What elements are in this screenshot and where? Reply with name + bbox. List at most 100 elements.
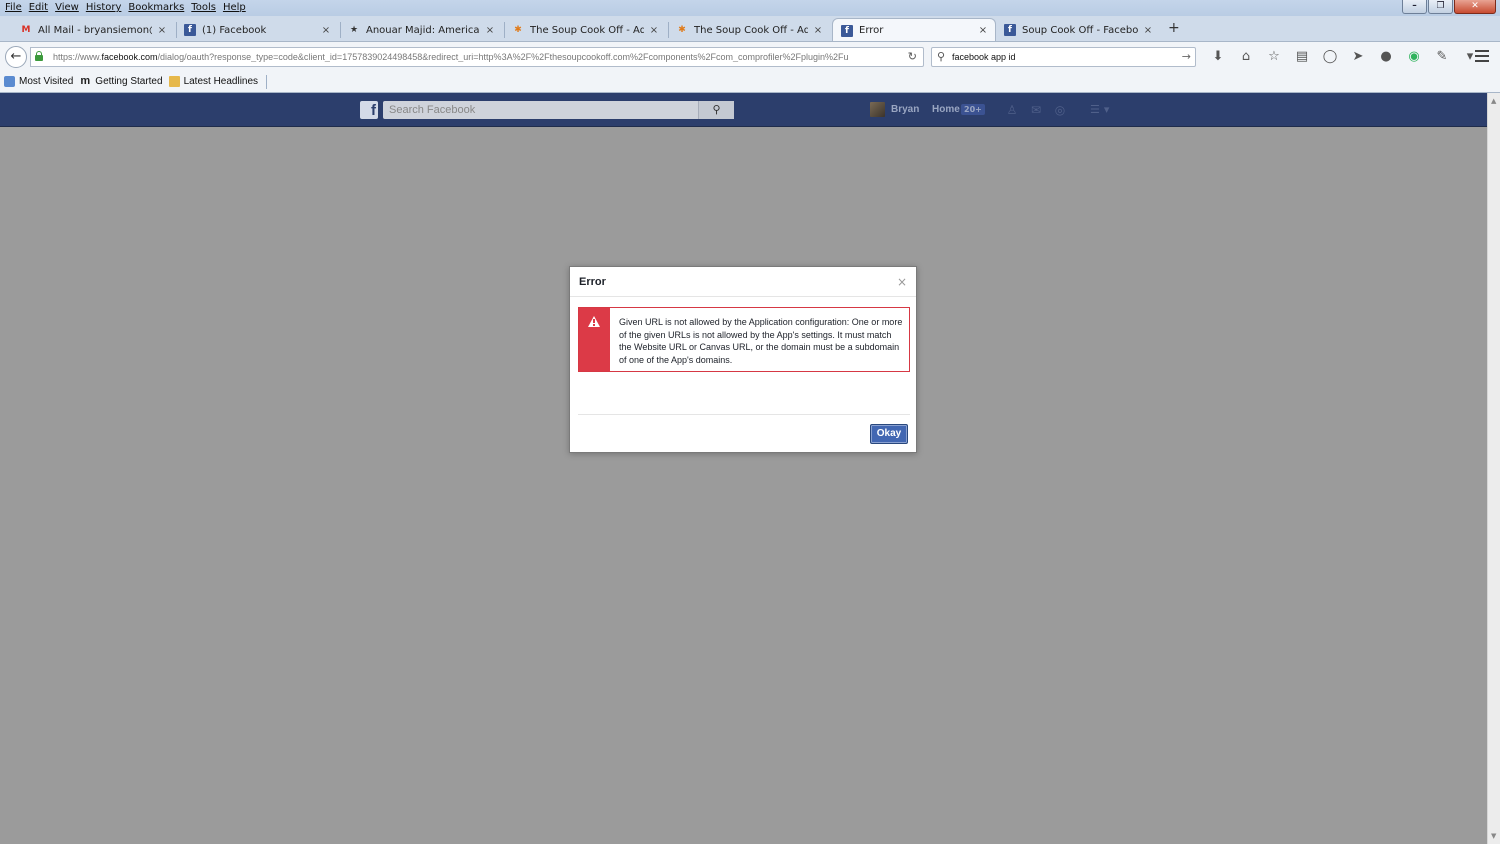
menu-history[interactable]: History (83, 1, 126, 15)
address-bar[interactable]: https://www.facebook.com/dialog/oauth?re… (30, 47, 924, 67)
menu-file[interactable]: File (2, 1, 26, 15)
facebook-header: f Search Facebook ⚲ Bryan Home 20+ ♙ ✉ ◎… (0, 93, 1487, 127)
menu-hamburger-icon[interactable] (1475, 50, 1489, 62)
menu-bookmarks[interactable]: Bookmarks (125, 1, 188, 15)
scroll-up-icon[interactable]: ▲ (1491, 97, 1496, 105)
tab-gmail[interactable]: M All Mail - bryansiemon@g... × (12, 19, 174, 41)
url-text[interactable]: https://www.facebook.com/dialog/oauth?re… (53, 52, 895, 62)
extension-icon[interactable]: ✎ (1428, 49, 1456, 65)
privacy-shortcuts-icon: ☰ (1090, 103, 1100, 116)
facebook-logo-icon[interactable]: f (360, 101, 378, 119)
minimize-button[interactable]: – (1402, 0, 1427, 14)
error-sidebar (579, 308, 610, 371)
close-tab-icon[interactable]: × (1142, 25, 1154, 36)
facebook-search-field[interactable]: Search Facebook ⚲ (383, 101, 734, 119)
profile-link[interactable]: Bryan (870, 102, 919, 117)
scroll-down-icon[interactable]: ▼ (1491, 832, 1496, 840)
close-tab-icon[interactable]: × (812, 25, 824, 36)
rss-folder-icon (168, 76, 180, 87)
facebook-search-placeholder: Search Facebook (389, 104, 476, 116)
menu-bar: File Edit View History Bookmarks Tools H… (2, 1, 250, 15)
menu-file-label: File (5, 2, 22, 13)
send-icon[interactable]: ➤ (1344, 49, 1372, 65)
url-path: /dialog/oauth?response_type=code&client_… (157, 52, 849, 62)
menu-bookmarks-label: Bookmarks (128, 2, 185, 13)
tab-anouar-majid[interactable]: ★ Anouar Majid: America's T... × (340, 19, 502, 41)
pocket-icon[interactable]: ◯ (1316, 49, 1344, 65)
menu-tools[interactable]: Tools (188, 1, 220, 15)
window-controls: – ❐ ✕ (1402, 0, 1496, 14)
tab-label: The Soup Cook Off - Admi... (694, 24, 808, 36)
tab-soup-admin-2[interactable]: ✱ The Soup Cook Off - Admi... × (668, 19, 830, 41)
error-message-box: Given URL is not allowed by the Applicat… (578, 307, 910, 372)
reading-list-icon[interactable]: ▤ (1288, 49, 1316, 65)
search-go-icon[interactable]: → (1182, 50, 1191, 63)
user-name: Bryan (891, 104, 920, 115)
bookmark-label: Most Visited (19, 76, 74, 87)
bookmark-most-visited[interactable]: Most Visited (4, 76, 73, 87)
settings-menu[interactable]: ☰ ▾ (1090, 103, 1109, 116)
tab-label: Soup Cook Off - Facebook ... (1022, 24, 1138, 36)
tab-label: Anouar Majid: America's T... (366, 24, 480, 36)
url-domain: facebook.com (101, 52, 158, 62)
back-button[interactable]: ← (5, 46, 27, 68)
search-bar[interactable]: ⚲ facebook app id → (931, 47, 1196, 67)
tab-error[interactable]: f Error × (832, 18, 996, 42)
close-tab-icon[interactable]: × (648, 25, 660, 36)
friend-requests-icon[interactable]: ♙ (1003, 103, 1021, 117)
gmail-icon: M (21, 25, 31, 35)
notification-icons: ♙ ✉ ◎ (1003, 103, 1069, 117)
grammarly-icon[interactable]: ◉ (1400, 49, 1428, 65)
close-window-button[interactable]: ✕ (1454, 0, 1496, 14)
menu-edit[interactable]: Edit (26, 1, 52, 15)
title-bar: File Edit View History Bookmarks Tools H… (0, 0, 1500, 16)
reload-icon[interactable]: ↻ (908, 50, 917, 63)
most-visited-icon (4, 76, 15, 87)
page-overlay (0, 127, 1487, 844)
bookmark-latest-headlines[interactable]: Latest Headlines (168, 76, 258, 87)
warning-icon (588, 316, 600, 327)
restore-button[interactable]: ❐ (1428, 0, 1453, 14)
tab-soup-admin-1[interactable]: ✱ The Soup Cook Off - Admi... × (504, 19, 666, 41)
facebook-icon: f (841, 24, 853, 37)
dialog-title: Error (579, 276, 606, 288)
toolbar-icons: ⬇ ⌂ ☆ ▤ ◯ ➤ ● ◉ ✎ ▾ (1204, 49, 1484, 65)
home-icon[interactable]: ⌂ (1232, 49, 1260, 65)
chevron-down-icon: ▾ (1103, 103, 1110, 116)
okay-button[interactable]: Okay (870, 424, 908, 444)
bookmark-label: Getting Started (95, 76, 163, 87)
vertical-scrollbar[interactable]: ▲ ▼ (1487, 93, 1500, 844)
menu-tools-label: Tools (191, 2, 216, 13)
navigation-bar: ← https://www.facebook.com/dialog/oauth?… (0, 41, 1500, 71)
menu-view-label: View (55, 2, 79, 13)
messages-icon[interactable]: ✉ (1027, 103, 1045, 117)
tab-soup-facebook[interactable]: f Soup Cook Off - Facebook ... × (996, 19, 1160, 41)
tab-label: All Mail - bryansiemon@g... (38, 24, 152, 36)
error-message: Given URL is not allowed by the Applicat… (619, 317, 903, 365)
notifications-globe-icon[interactable]: ◎ (1051, 103, 1069, 117)
search-icon[interactable]: ⚲ (698, 101, 734, 119)
chat-icon[interactable]: ● (1372, 49, 1400, 65)
menu-view[interactable]: View (52, 1, 83, 15)
menu-help-label: Help (222, 2, 246, 13)
bookmark-star-icon[interactable]: ☆ (1260, 49, 1288, 65)
close-icon[interactable]: × (897, 276, 907, 288)
star-icon: ★ (349, 25, 359, 35)
new-tab-button[interactable]: + (1168, 20, 1180, 36)
error-dialog: Error × Given URL is not allowed by the … (569, 266, 917, 453)
tab-facebook[interactable]: f (1) Facebook × (176, 19, 338, 41)
tab-strip: M All Mail - bryansiemon@g... × f (1) Fa… (0, 17, 1500, 42)
search-input[interactable]: facebook app id (952, 52, 1016, 62)
home-link[interactable]: Home (932, 104, 960, 115)
joomla-icon: ✱ (678, 25, 686, 35)
download-icon[interactable]: ⬇ (1204, 49, 1232, 65)
getting-started-icon: m (80, 75, 91, 87)
tab-label: (1) Facebook (202, 24, 267, 36)
close-tab-icon[interactable]: × (484, 25, 496, 36)
close-tab-icon[interactable]: × (977, 25, 989, 36)
menu-help[interactable]: Help (220, 1, 250, 15)
url-prefix: https://www. (53, 52, 102, 62)
bookmark-getting-started[interactable]: m Getting Started (79, 75, 163, 88)
close-tab-icon[interactable]: × (156, 25, 168, 36)
close-tab-icon[interactable]: × (320, 25, 332, 36)
